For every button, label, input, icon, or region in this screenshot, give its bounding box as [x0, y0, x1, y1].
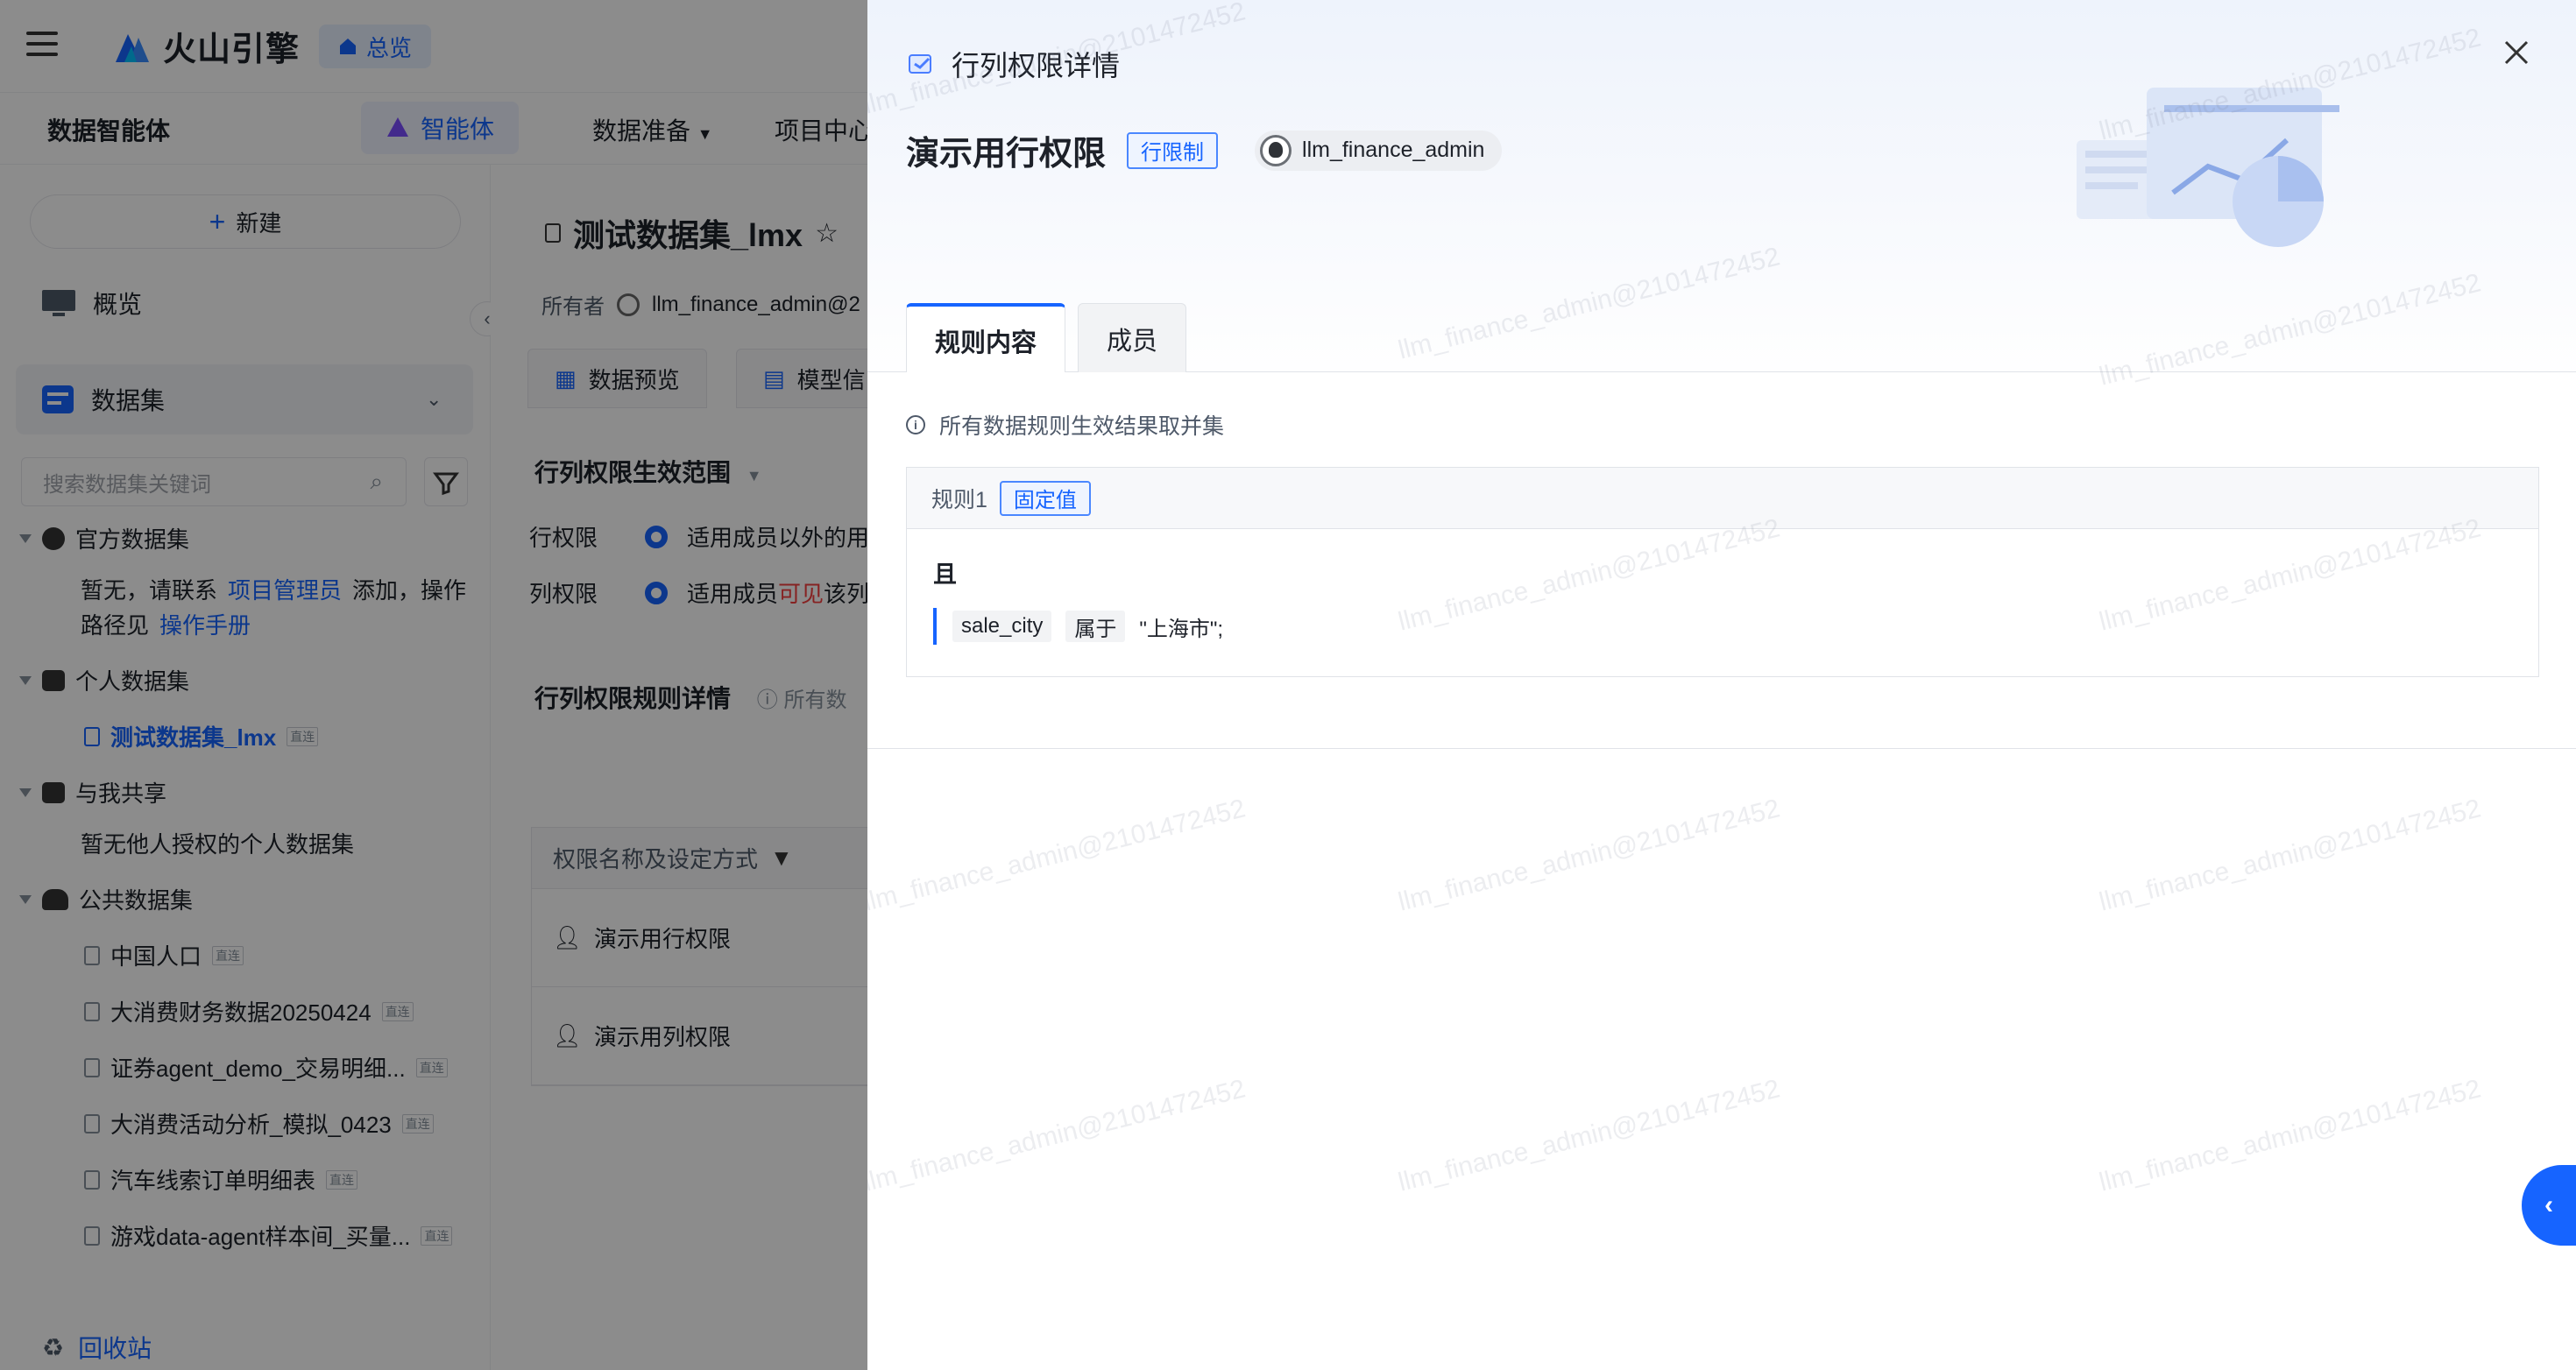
permission-detail-drawer: 行列权限详情 演示用行权限 行限制 llm_finance_admin 规则内容…: [867, 0, 2576, 1370]
watermark: llm_finance_admin@2101472452: [1395, 794, 1783, 917]
rule-logic: 且: [933, 561, 957, 588]
rule-card: 规则1 固定值 且 sale_city 属于 "上海市";: [906, 467, 2539, 677]
union-hint-text: 所有数据规则生效结果取并集: [939, 414, 1225, 439]
permission-name: 演示用行权限: [906, 136, 1107, 173]
drawer-tabs: 规则内容 成员: [906, 303, 1187, 375]
watermark: llm_finance_admin@2101472452: [2096, 1074, 2484, 1197]
watermark: llm_finance_admin@2101472452: [1395, 1074, 1783, 1197]
permission-icon: [909, 54, 931, 74]
permission-type-tag: 行限制: [1127, 131, 1219, 169]
rule-type-tag: 固定值: [999, 480, 1091, 516]
watermark: llm_finance_admin@2101472452: [867, 1074, 1249, 1197]
owner-name: llm_finance_admin: [1302, 138, 1485, 162]
avatar: [1260, 134, 1292, 166]
tab-rule-content[interactable]: 规则内容: [906, 303, 1066, 375]
close-icon[interactable]: [2497, 33, 2536, 72]
drawer-title-text: 行列权限详情: [952, 50, 1121, 81]
permission-header: 演示用行权限 行限制 llm_finance_admin: [906, 126, 1503, 174]
chevron-left-icon: ‹: [2544, 1190, 2553, 1219]
drawer-title: 行列权限详情: [906, 44, 1120, 84]
rule-card-header: 规则1 固定值: [907, 468, 2538, 529]
info-icon: i: [906, 415, 925, 434]
chart-illustration-icon: [2077, 88, 2339, 247]
rule-condition: sale_city 属于 "上海市";: [933, 608, 1223, 645]
condition-field: sale_city: [952, 611, 1052, 642]
condition-operator: 属于: [1065, 611, 1126, 642]
watermark: llm_finance_admin@2101472452: [867, 794, 1249, 917]
rule-content-panel: i 所有数据规则生效结果取并集 规则1 固定值 且 sale_city 属于 "…: [867, 372, 2576, 749]
condition-value: "上海市";: [1139, 617, 1224, 641]
tab-members[interactable]: 成员: [1078, 303, 1187, 373]
owner-chip: llm_finance_admin: [1255, 130, 1503, 171]
rule-name: 规则1: [931, 487, 987, 512]
union-hint: i 所有数据规则生效结果取并集: [906, 409, 1224, 441]
watermark: llm_finance_admin@2101472452: [2096, 794, 2484, 917]
